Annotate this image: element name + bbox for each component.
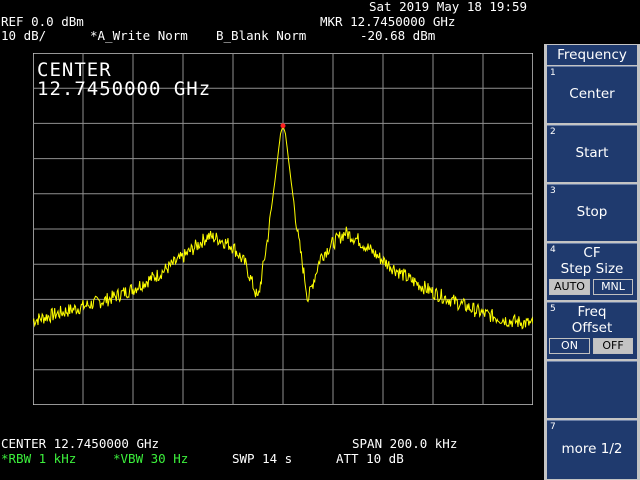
softkey-number: 2 (550, 127, 556, 137)
softkey-number: 4 (550, 245, 556, 255)
footer-span: SPAN 200.0 kHz (352, 436, 458, 451)
marker-frequency: MKR 12.7450000 GHz (320, 14, 456, 29)
softkey-label: Start (575, 145, 609, 161)
softkey-freq-offset[interactable]: 5 Freq Offset ON OFF (547, 302, 637, 359)
marker-level: -20.68 dBm (360, 28, 436, 43)
toggle-auto[interactable]: AUTO (549, 279, 590, 295)
softkey-menu-title: Frequency (547, 45, 637, 65)
softkey-number: 3 (550, 186, 556, 196)
spectrum-plot (33, 53, 533, 405)
softkey-label-line2: Step Size (560, 261, 624, 277)
softkey-stop[interactable]: 3 Stop (547, 184, 637, 241)
footer-vbw: *VBW 30 Hz (113, 451, 189, 466)
softkey-number: 5 (550, 304, 556, 314)
softkey-center[interactable]: 1 Center (547, 66, 637, 123)
softkey-label-line2: Offset (571, 320, 613, 336)
softkey-label: more 1/2 (561, 441, 623, 457)
marker-point (280, 123, 286, 129)
footer-attenuation: ATT 10 dB (336, 451, 404, 466)
ref-level: REF 0.0 dBm (1, 14, 84, 29)
softkey-number: 1 (550, 68, 556, 78)
datetime: Sat 2019 May 18 19:59 (369, 0, 528, 14)
toggle-manual[interactable]: MNL (593, 279, 633, 295)
softkey-empty-6[interactable] (547, 361, 637, 418)
footer-center: CENTER 12.7450000 GHz (1, 436, 160, 451)
scale: 10 dB/ (1, 28, 47, 43)
softkey-start[interactable]: 2 Start (547, 125, 637, 182)
center-annotation-value: 12.7450000 GHz (37, 78, 212, 100)
softkey-label: CF (583, 245, 601, 261)
center-annotation: CENTER 12.7450000 GHz (37, 61, 211, 99)
toggle-off[interactable]: OFF (593, 338, 633, 354)
footer-sweep: SWP 14 s (232, 451, 293, 466)
softkey-number: 7 (550, 422, 556, 432)
softkey-label: Freq (577, 304, 607, 320)
footer-rbw: *RBW 1 kHz (1, 451, 77, 466)
trace-b-mode: B_Blank Norm (216, 28, 307, 43)
trace-a-mode: *A_Write Norm (90, 28, 188, 43)
toggle-on[interactable]: ON (549, 338, 590, 354)
softkey-label: Stop (576, 204, 608, 220)
softkey-label: Center (569, 86, 615, 102)
softkey-cf-step-size[interactable]: 4 CF Step Size AUTO MNL (547, 243, 637, 300)
softkey-more[interactable]: 7 more 1/2 (547, 420, 637, 479)
